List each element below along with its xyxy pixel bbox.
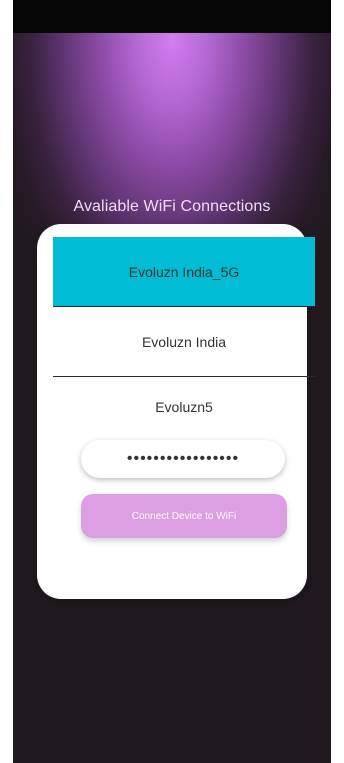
app-screen: Avaliable WiFi Connections Evoluzn India…: [13, 0, 331, 763]
status-bar: [13, 0, 331, 33]
password-input[interactable]: [81, 440, 285, 478]
wifi-list: Evoluzn India_5G Evoluzn India Evoluzn5: [53, 237, 315, 437]
wifi-item-evoluzn-india[interactable]: Evoluzn India: [53, 307, 315, 377]
connect-device-button[interactable]: Connect Device to WiFi: [81, 494, 287, 538]
wifi-item-evoluzn-india-5g[interactable]: Evoluzn India_5G: [53, 237, 315, 307]
wifi-item-label: Evoluzn India: [141, 333, 227, 350]
wifi-item-evoluzn5[interactable]: Evoluzn5: [53, 377, 315, 437]
wifi-card: Evoluzn India_5G Evoluzn India Evoluzn5 …: [37, 224, 315, 599]
wifi-item-label: Evoluzn India_5G: [128, 263, 240, 280]
page-title: Avaliable WiFi Connections: [73, 198, 271, 215]
wifi-item-label: Evoluzn5: [155, 399, 213, 415]
